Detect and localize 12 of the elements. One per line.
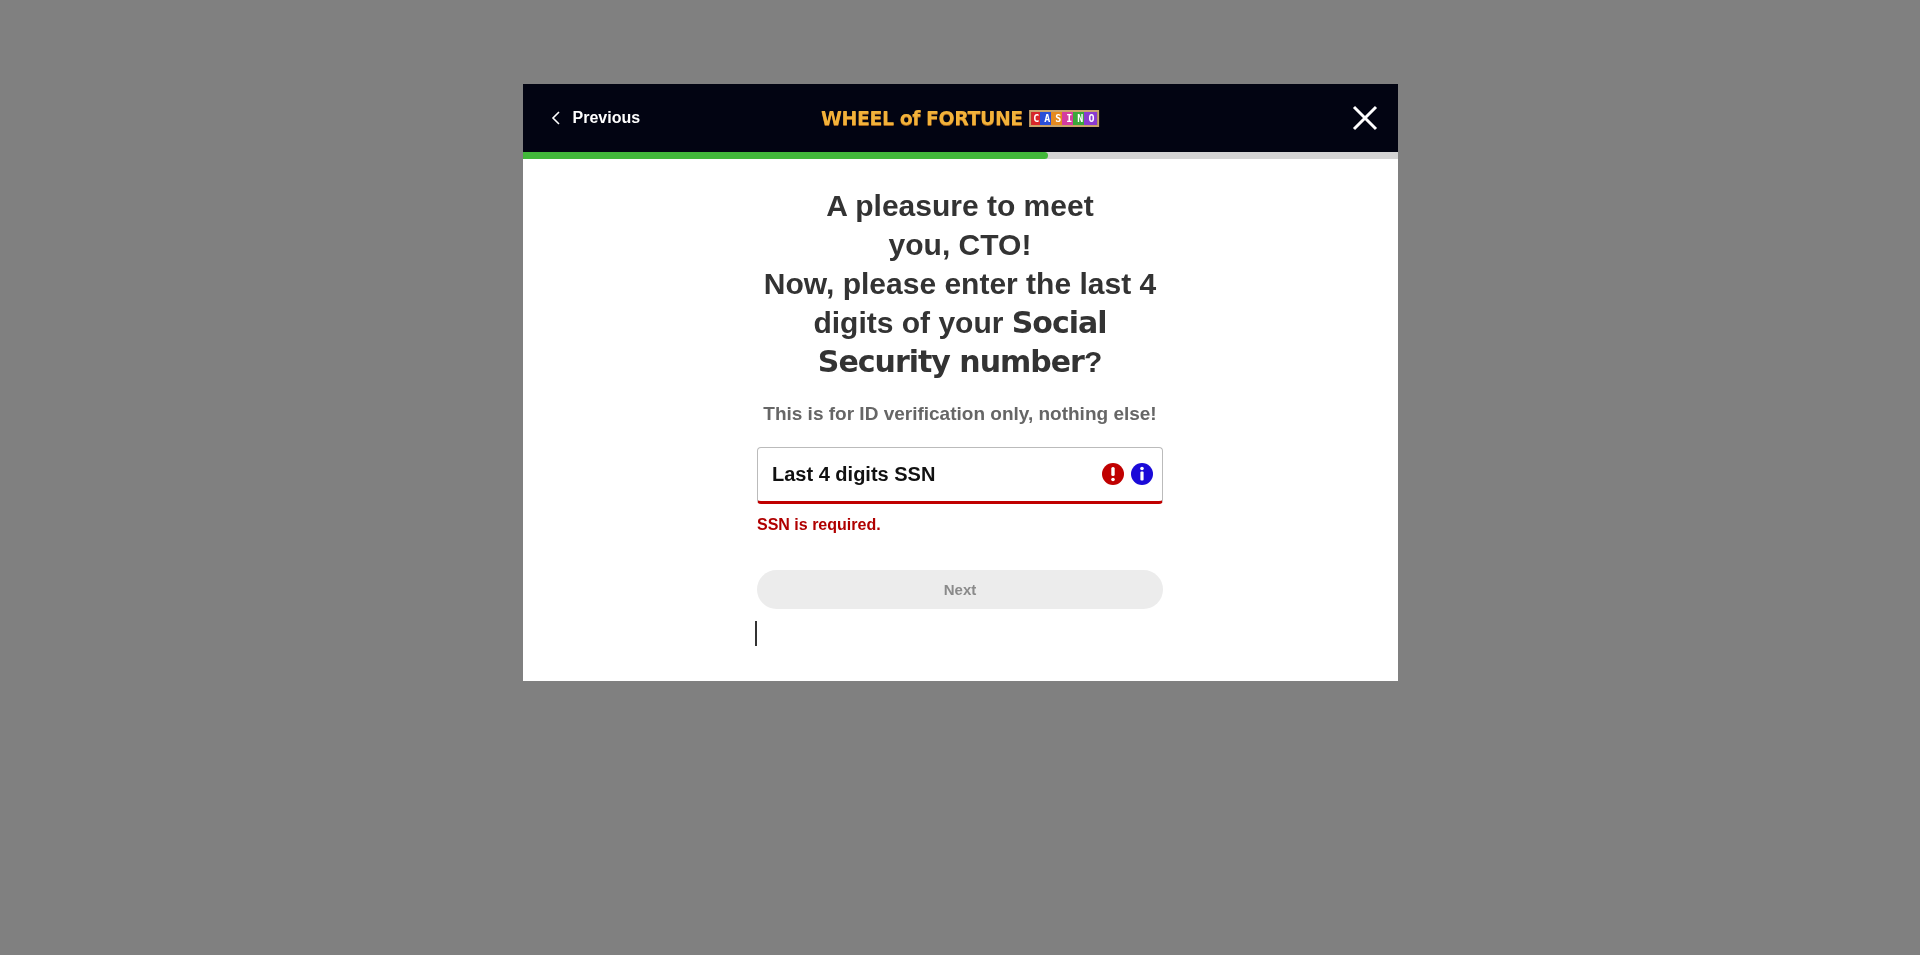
- heading: A pleasure to meet you, CTO!: [825, 188, 1095, 263]
- subtitle: This is for ID verification only, nothing else!: [763, 403, 1157, 425]
- error-icon: [1102, 463, 1124, 485]
- logo-title: WHEEL of FORTUNE: [821, 107, 1023, 129]
- error-message: SSN is required.: [757, 516, 882, 534]
- text-cursor: [755, 621, 757, 646]
- ssn-input-field[interactable]: Last 4 digits SSN: [757, 447, 1163, 504]
- info-icon[interactable]: [1131, 463, 1153, 485]
- chevron-left-icon: [550, 110, 561, 126]
- previous-button[interactable]: Previous: [550, 105, 641, 131]
- heading: Now, please enter the last 4 digits of your Social Security number?: [762, 266, 1158, 381]
- close-icon[interactable]: [1351, 105, 1378, 131]
